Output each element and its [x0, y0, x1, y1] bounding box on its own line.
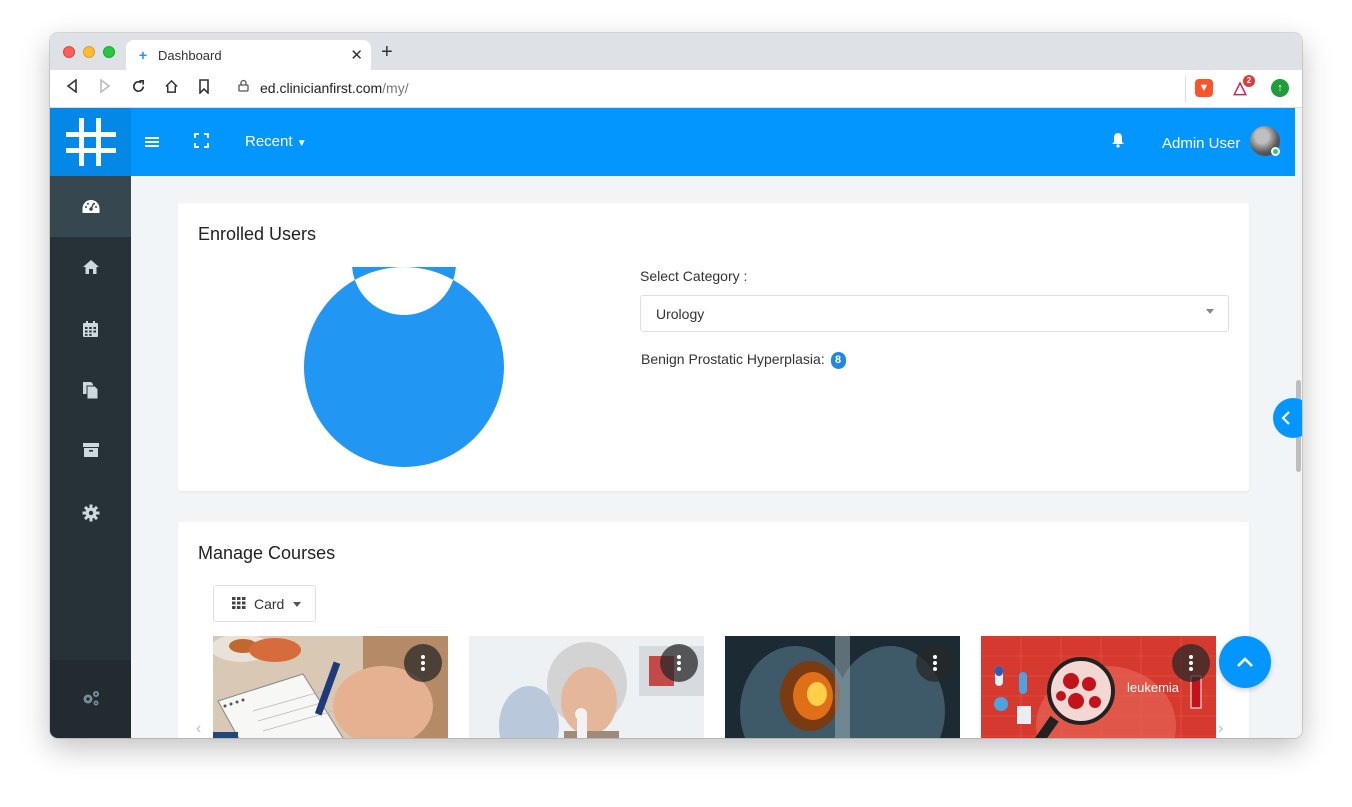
enrolled-users-donut-chart[interactable] — [304, 267, 504, 467]
sidebar-item-calendar[interactable] — [50, 298, 131, 359]
course-name: Benign Prostatic Hyperplasia: — [641, 351, 825, 367]
leukemia-image-text: leukemia — [1127, 680, 1180, 695]
sidebar-footer — [50, 660, 131, 738]
course-card[interactable] — [725, 636, 960, 738]
favicon-icon: + — [138, 47, 148, 63]
grid-icon — [232, 597, 246, 609]
view-mode-dropdown[interactable]: Card — [213, 585, 316, 622]
bell-icon[interactable] — [1111, 132, 1125, 153]
enrolled-users-title: Enrolled Users — [198, 224, 317, 244]
caret-down-icon — [1206, 309, 1214, 314]
brave-shield-icon[interactable]: ▼ — [1195, 79, 1213, 97]
sidebar-item-archive[interactable] — [50, 420, 131, 481]
window-close-button[interactable] — [63, 46, 75, 58]
chevron-down-icon: ▼ — [296, 138, 307, 149]
browser-tab-dashboard[interactable]: + Dashboard ✕ — [126, 40, 371, 70]
sidebar-item-files[interactable] — [50, 359, 131, 420]
tab-title: Dashboard — [158, 48, 222, 63]
category-course-line: Benign Prostatic Hyperplasia: 8 — [641, 351, 846, 369]
course-card[interactable] — [213, 636, 448, 738]
archive-icon — [82, 443, 99, 457]
app-header: Recent ▼ Admin User — [50, 108, 1295, 176]
course-options-button[interactable] — [660, 644, 698, 682]
recent-menu[interactable]: Recent ▼ — [245, 133, 307, 150]
course-options-button[interactable] — [1172, 644, 1210, 682]
reload-icon[interactable] — [128, 79, 148, 99]
online-status-indicator — [1271, 147, 1280, 156]
course-card[interactable]: leukemia — [981, 636, 1216, 738]
url-host: ed.clinicianfirst.com — [260, 80, 383, 96]
dashboard-icon — [82, 200, 99, 213]
back-icon[interactable] — [62, 78, 82, 99]
files-icon — [83, 382, 99, 400]
enrolled-users-card: Enrolled Users Select Category : Urology… — [178, 203, 1249, 491]
menu-toggle-icon[interactable] — [145, 132, 159, 152]
course-card[interactable] — [469, 636, 704, 738]
forward-icon[interactable] — [95, 78, 115, 99]
caret-down-icon — [293, 602, 301, 607]
window-maximize-button[interactable] — [103, 46, 115, 58]
home-icon — [82, 260, 99, 274]
chevron-left-icon — [1281, 411, 1290, 425]
select-category-label: Select Category : — [640, 268, 748, 284]
extension-upload-icon[interactable]: ↑ — [1271, 79, 1289, 97]
enrolled-count-badge: 8 — [830, 351, 846, 369]
fullscreen-icon[interactable] — [194, 132, 209, 152]
browser-window: + Dashboard ✕ + ed.clinicianfirst.com/my… — [50, 33, 1302, 738]
category-select-value: Urology — [656, 306, 705, 322]
hash-logo-icon — [66, 118, 116, 166]
category-select[interactable]: Urology — [640, 295, 1229, 332]
scroll-to-top-button[interactable] — [1219, 636, 1271, 688]
address-bar[interactable]: ed.clinicianfirst.com/my/ — [260, 80, 409, 96]
manage-courses-card: Manage Courses Card ‹ leukemia › — [178, 522, 1249, 738]
carousel-prev-icon[interactable]: ‹ — [196, 720, 201, 738]
home-browser-icon[interactable] — [161, 79, 181, 99]
calendar-icon — [83, 321, 98, 337]
cogs-icon[interactable] — [81, 689, 101, 707]
window-minimize-button[interactable] — [83, 46, 95, 58]
rewards-badge: 2 — [1243, 75, 1255, 87]
manage-courses-title: Manage Courses — [198, 543, 336, 563]
sidebar — [50, 176, 131, 738]
carousel-next-icon[interactable]: › — [1218, 720, 1223, 738]
user-name[interactable]: Admin User — [1162, 135, 1240, 152]
view-mode-label: Card — [254, 596, 285, 612]
site-logo[interactable] — [50, 108, 131, 176]
bookmark-icon[interactable] — [194, 79, 214, 99]
sidebar-item-dashboard[interactable] — [50, 176, 131, 237]
tab-close-icon[interactable]: ✕ — [350, 46, 363, 64]
course-options-button[interactable] — [916, 644, 954, 682]
right-panel-toggle[interactable] — [1273, 398, 1302, 438]
chevron-up-icon — [1237, 657, 1253, 667]
course-options-button[interactable] — [404, 644, 442, 682]
toolbar-divider — [1185, 76, 1186, 102]
new-tab-icon[interactable]: + — [381, 41, 393, 64]
sidebar-item-home[interactable] — [50, 237, 131, 298]
sidebar-item-settings[interactable] — [50, 482, 131, 543]
tab-strip: + Dashboard ✕ + — [50, 33, 1302, 70]
recent-label: Recent — [245, 133, 293, 150]
browser-toolbar: ed.clinicianfirst.com/my/ ▼ △ 2 ↑ — [50, 70, 1302, 108]
url-path: /my/ — [382, 80, 409, 96]
settings-icon — [82, 504, 99, 522]
lock-icon — [238, 79, 249, 95]
